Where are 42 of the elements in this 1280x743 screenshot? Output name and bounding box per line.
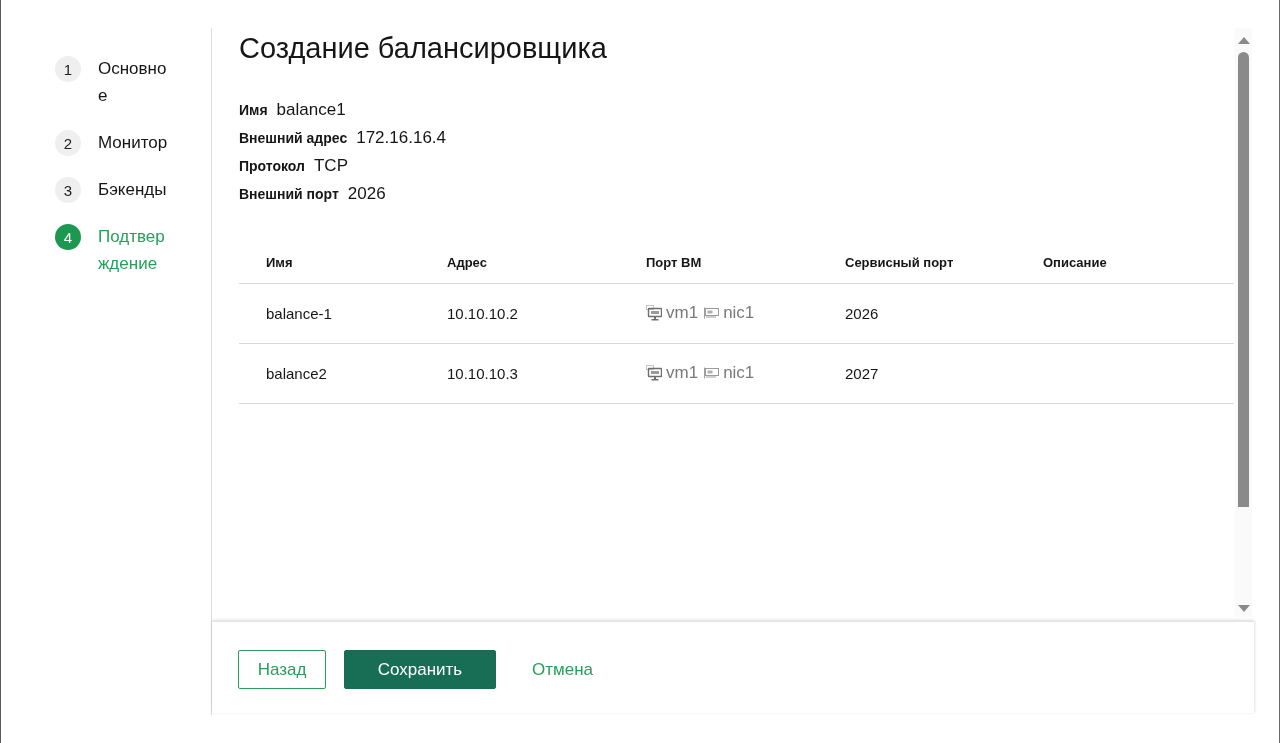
scroll-down-icon[interactable] (1237, 605, 1250, 612)
step-number[interactable]: 1 (55, 56, 81, 82)
summary-label: Имя (239, 101, 268, 120)
summary-value: balance1 (276, 99, 346, 121)
monitor-icon (646, 365, 662, 381)
column-header: Описание (1016, 240, 1234, 284)
table-cell: 2027 (845, 365, 879, 382)
summary-value: 172.16.16.4 (356, 127, 446, 149)
summary-label: Протокол (239, 157, 305, 176)
network-card-icon (704, 307, 720, 319)
scroll-up-icon[interactable] (1237, 37, 1250, 44)
dialog-title: Создание балансировщика (239, 31, 608, 66)
vm-name: vm1 (666, 363, 699, 383)
scrollbar-thumb[interactable] (1238, 52, 1249, 507)
step-number[interactable]: 4 (55, 224, 81, 250)
scrollbar[interactable] (1235, 28, 1252, 617)
nic-name: nic1 (723, 303, 755, 323)
table-cell: balance2 (266, 365, 327, 382)
summary-label: Внешний порт (239, 185, 339, 204)
network-card-icon (704, 367, 720, 379)
table-cell: 2026 (845, 305, 879, 322)
column-header: Имя (239, 240, 420, 284)
summary-value: TCP (313, 155, 348, 177)
table-cell: balance-1 (266, 305, 332, 322)
vm-name: vm1 (666, 303, 699, 323)
column-header: Порт ВМ (619, 240, 818, 284)
save-button[interactable]: Сохранить (344, 650, 496, 689)
step-number[interactable]: 2 (55, 130, 81, 156)
step-label[interactable]: Бэкенды (98, 176, 174, 203)
cancel-link[interactable]: Отмена (514, 650, 611, 689)
table-cell: 10.10.10.2 (447, 305, 518, 322)
step-label[interactable]: Монитор (98, 129, 174, 156)
monitor-icon (646, 305, 662, 321)
table-cell: 10.10.10.3 (447, 365, 518, 382)
step-label[interactable]: Основное (98, 55, 174, 109)
nic-name: nic1 (723, 363, 755, 383)
summary-label: Внешний адрес (239, 129, 348, 148)
summary-value: 2026 (347, 183, 386, 205)
column-header: Сервисный порт (818, 240, 1016, 284)
step-number[interactable]: 3 (55, 177, 81, 203)
column-header: Адрес (420, 240, 619, 284)
back-button[interactable]: Назад (238, 650, 326, 689)
